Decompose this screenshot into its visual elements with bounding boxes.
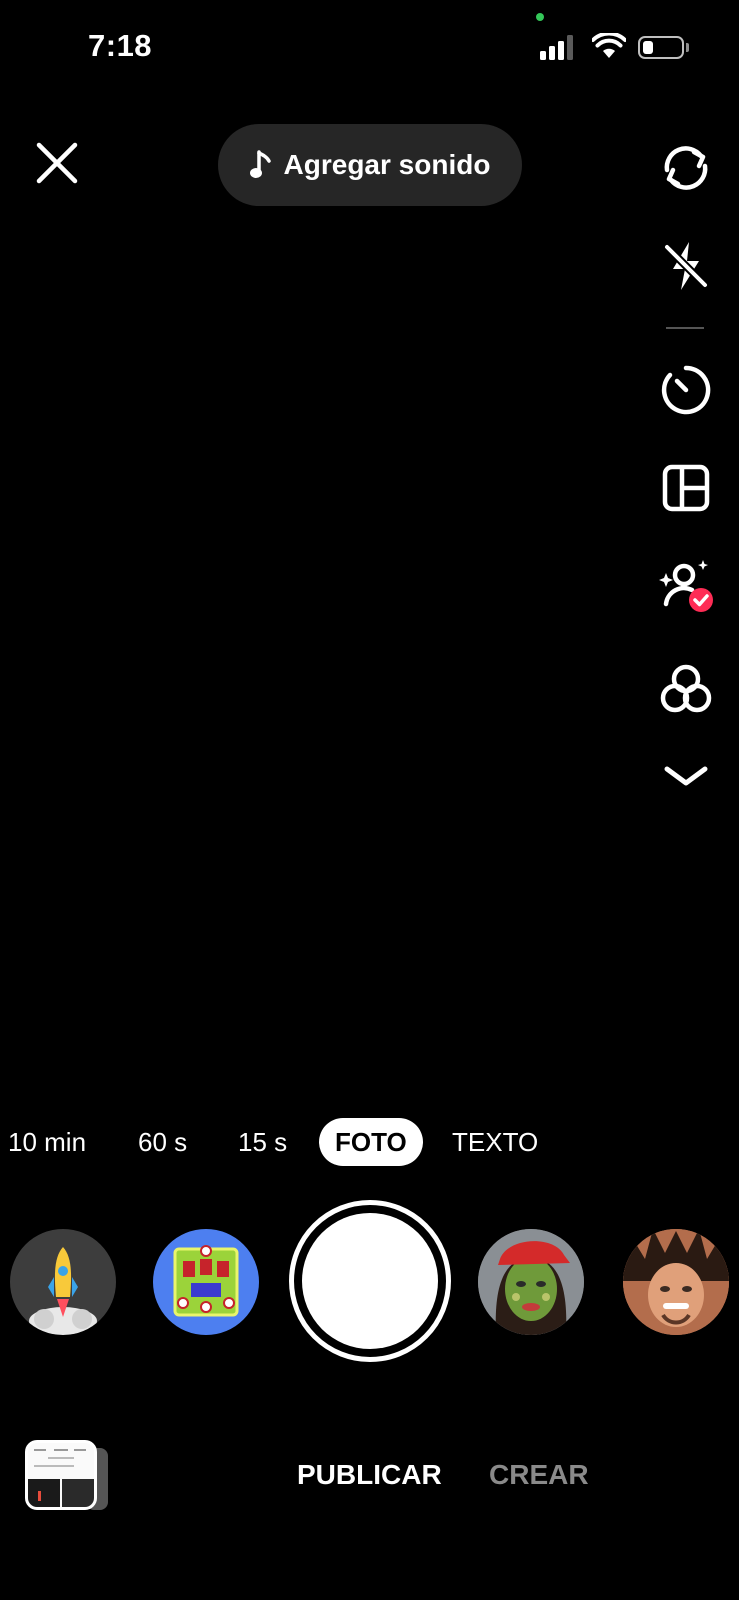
flash-off-icon[interactable] — [658, 238, 714, 294]
battery-icon — [638, 36, 684, 59]
beauty-icon[interactable] — [658, 560, 714, 616]
effect-wild-hair[interactable] — [623, 1229, 729, 1335]
mode-60-s[interactable]: 60 s — [138, 1118, 187, 1166]
board-game-icon — [173, 1245, 239, 1317]
battery-tip — [686, 43, 689, 52]
gallery-thumbnail[interactable] — [25, 1440, 97, 1510]
flip-camera-icon[interactable] — [658, 140, 714, 196]
effect-rocket[interactable] — [10, 1229, 116, 1335]
status-time: 7:18 — [88, 28, 153, 63]
timer-icon[interactable] — [658, 362, 714, 418]
mode-foto[interactable]: FOTO — [319, 1118, 423, 1166]
music-note-icon — [249, 150, 271, 178]
privacy-indicator-dot — [536, 13, 544, 21]
mode-texto[interactable]: TEXTO — [452, 1118, 538, 1166]
mode-10-min[interactable]: 10 min — [8, 1118, 86, 1166]
shutter-button[interactable] — [289, 1200, 451, 1362]
effect-board-game[interactable] — [153, 1229, 259, 1335]
tab-publicar[interactable]: PUBLICAR — [297, 1459, 442, 1491]
cellular-signal-icon — [540, 34, 576, 60]
chevron-down-icon[interactable] — [658, 748, 714, 804]
close-icon[interactable] — [34, 140, 80, 186]
add-sound-button[interactable]: Agregar sonido — [218, 124, 522, 206]
filters-icon[interactable] — [658, 662, 714, 718]
effect-green-face[interactable] — [478, 1229, 584, 1335]
mode-15-s[interactable]: 15 s — [238, 1118, 287, 1166]
gallery-preview-icon — [28, 1443, 94, 1507]
wifi-icon — [592, 33, 626, 58]
capture-mode-selector: 10 min 60 s 15 s FOTO TEXTO — [8, 1118, 568, 1166]
tab-crear[interactable]: CREAR — [489, 1459, 589, 1491]
rail-divider — [666, 327, 704, 329]
green-face-icon — [478, 1229, 584, 1335]
layout-icon[interactable] — [658, 460, 714, 516]
wild-hair-icon — [623, 1229, 729, 1335]
rocket-icon — [29, 1247, 97, 1335]
add-sound-label: Agregar sonido — [283, 149, 491, 180]
